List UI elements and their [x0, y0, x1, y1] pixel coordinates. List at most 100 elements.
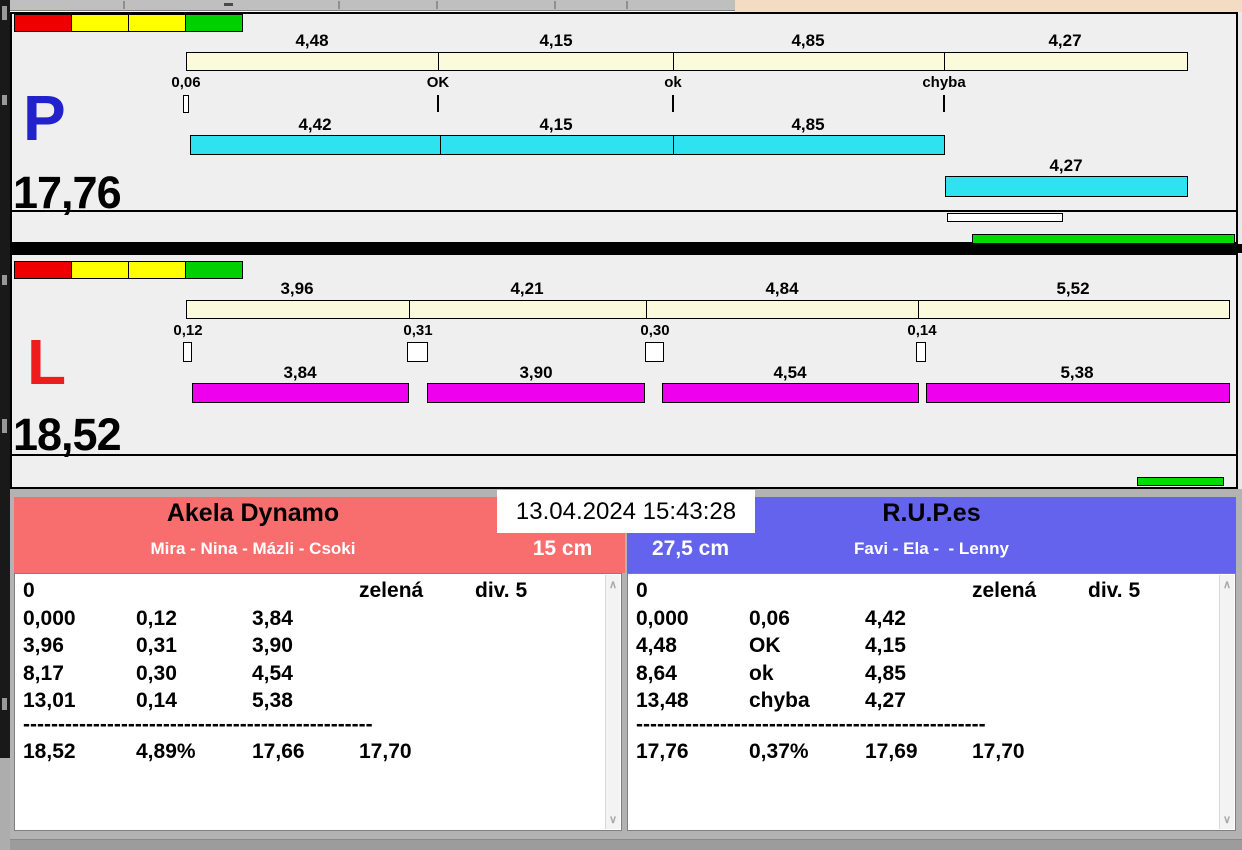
- results-row: 0,000 0,12 3,84: [15, 607, 621, 634]
- p-split-time-label: 4,27: [1048, 31, 1082, 50]
- lane-p-letter: P: [23, 82, 66, 154]
- p-run-bar-segment: [440, 135, 674, 155]
- scroll-up-icon[interactable]: ∧: [1220, 578, 1234, 591]
- titlebar-divider: [436, 1, 438, 9]
- results-row: 8,17 0,30 4,54: [15, 662, 621, 689]
- left-edge-strip: [0, 0, 10, 758]
- titlebar-divider: [554, 1, 556, 9]
- p-run-bar-segment: [945, 176, 1188, 197]
- results-total-row: 18,52 4,89% 17,66 17,70: [15, 740, 621, 767]
- l-split-time-label: 4,84: [765, 279, 799, 298]
- p-status-red-box: [14, 14, 72, 32]
- p-run-time-label: 4,85: [791, 115, 825, 134]
- result-cell: 8,17: [23, 662, 64, 685]
- result-cell: 3,96: [23, 634, 64, 657]
- l-change-label: 0,31: [403, 322, 433, 339]
- results-row: 13,01 0,14 5,38: [15, 689, 621, 716]
- p-split-time-label: 4,48: [295, 31, 329, 50]
- p-divider-line: [10, 210, 1238, 212]
- l-run-time-label: 3,90: [519, 363, 553, 382]
- p-change-label: ok: [664, 74, 682, 91]
- l-divider-line: [10, 454, 1238, 456]
- result-cell: zelená: [359, 579, 424, 602]
- titlebar-accent-area: [735, 0, 1242, 12]
- results-row: 8,64 ok 4,85: [628, 662, 1235, 689]
- results-separator-row: ----------------------------------------…: [628, 713, 1235, 740]
- l-split-time-label: 5,52: [1056, 279, 1090, 298]
- left-edge-strip-bottom: [0, 758, 10, 850]
- result-cell: 17,70: [972, 740, 1025, 763]
- result-cell: 0,14: [136, 689, 177, 712]
- l-run-time-label: 4,54: [773, 363, 807, 382]
- p-status-yellow-box: [128, 14, 186, 32]
- team-left-height: 15 cm: [532, 537, 593, 560]
- p-run-time-label: 4,42: [298, 115, 332, 134]
- results-row: 0,000 0,06 4,42: [628, 607, 1235, 634]
- l-run-bar-segment: [192, 383, 409, 403]
- p-status-green-box: [185, 14, 243, 32]
- app-window: 4,48 4,15 4,85 4,27 0,06 OK ok chyba 4,4…: [0, 0, 1242, 850]
- results-separator-row: ----------------------------------------…: [15, 713, 621, 740]
- result-cell: 17,76: [636, 740, 689, 763]
- result-cell: 0,30: [136, 662, 177, 685]
- lane-l-total: 18,52: [13, 409, 122, 460]
- team-right-results[interactable]: 0 zelená div. 5 0,000 0,06 4,42 4,48 OK …: [627, 573, 1236, 831]
- l-change-label: 0,14: [907, 322, 937, 339]
- results-total-row: 17,76 0,37% 17,69 17,70: [628, 740, 1235, 767]
- p-run-time-label: 4,15: [539, 115, 573, 134]
- p-run-bar-segment: [673, 135, 945, 155]
- l-status-green-box: [185, 261, 243, 279]
- titlebar-caret-icon: [224, 3, 233, 6]
- results-row: 0 zelená div. 5: [15, 579, 621, 606]
- l-split-time-label: 4,21: [510, 279, 544, 298]
- l-status-yellow-box: [128, 261, 186, 279]
- result-cell: 0,06: [749, 607, 790, 630]
- p-status-green-bar: [972, 234, 1235, 244]
- team-left-name: Akela Dynamo: [166, 499, 340, 527]
- p-split-time-label: 4,85: [791, 31, 825, 50]
- result-cell: zelená: [972, 579, 1037, 602]
- edge-strip-mark: [2, 6, 7, 20]
- l-run-bar-segment: [662, 383, 919, 403]
- p-run-time-label: 4,27: [1049, 156, 1083, 175]
- team-left-results[interactable]: 0 zelená div. 5 0,000 0,12 3,84 3,96 0,3…: [14, 573, 622, 831]
- p-run-bar-segment: [190, 135, 441, 155]
- l-status-red-box: [14, 261, 72, 279]
- l-run-bar-segment: [926, 383, 1230, 403]
- result-cell: 13,01: [23, 689, 76, 712]
- p-status-yellow-box: [71, 14, 129, 32]
- scroll-down-icon[interactable]: ∨: [606, 813, 620, 826]
- p-split-bar-segment: [186, 52, 439, 71]
- result-cell: 3,84: [252, 607, 293, 630]
- titlebar-divider: [123, 1, 125, 9]
- result-cell: 17,70: [359, 740, 412, 763]
- team-left-scrollbar[interactable]: ∧ ∨: [605, 575, 620, 829]
- team-left-members: Mira - Nina - Mázli - Csoki: [150, 539, 356, 558]
- l-change-label: 0,30: [640, 322, 670, 339]
- p-progress-white-bar: [947, 213, 1063, 222]
- l-split-bar-segment: [409, 300, 647, 319]
- scroll-down-icon[interactable]: ∨: [1220, 813, 1234, 826]
- p-split-time-label: 4,15: [539, 31, 573, 50]
- result-cell: 3,90: [252, 634, 293, 657]
- dashes-separator: ----------------------------------------…: [23, 713, 373, 736]
- l-change-box: [645, 342, 664, 362]
- p-change-tick: [437, 95, 439, 112]
- scroll-up-icon[interactable]: ∧: [606, 578, 620, 591]
- result-cell: chyba: [749, 689, 810, 712]
- edge-strip-mark: [2, 419, 7, 433]
- edge-strip-mark: [2, 95, 7, 105]
- l-split-bar-segment: [646, 300, 919, 319]
- p-split-bar-segment: [673, 52, 945, 71]
- l-split-bar-segment: [186, 300, 410, 319]
- result-cell: 18,52: [23, 740, 76, 763]
- l-change-label: 0,12: [173, 322, 203, 339]
- lane-p-total: 17,76: [13, 167, 122, 218]
- edge-strip-mark: [2, 698, 7, 710]
- edge-strip-mark: [2, 275, 7, 285]
- l-change-box: [916, 342, 926, 362]
- team-right-scrollbar[interactable]: ∧ ∨: [1219, 575, 1234, 829]
- titlebar-divider: [626, 1, 628, 9]
- result-cell: ok: [749, 662, 774, 685]
- l-change-box: [183, 342, 192, 362]
